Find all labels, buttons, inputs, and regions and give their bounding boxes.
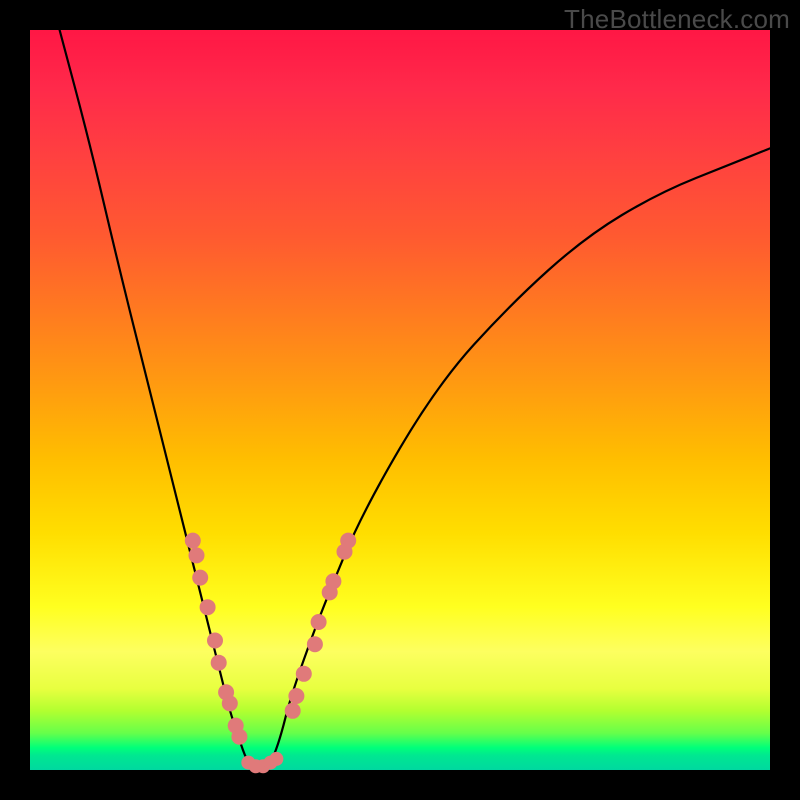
data-point-right-branch (311, 614, 327, 630)
data-point-right-branch (288, 688, 304, 704)
data-point-trough (269, 752, 283, 766)
data-point-left-branch (189, 547, 205, 563)
data-point-left-branch (222, 695, 238, 711)
data-point-right-branch (307, 636, 323, 652)
data-point-left-branch (231, 729, 247, 745)
data-point-right-branch (285, 703, 301, 719)
data-point-left-branch (207, 633, 223, 649)
data-point-markers (185, 533, 356, 774)
data-point-right-branch (325, 573, 341, 589)
data-point-left-branch (211, 655, 227, 671)
bottleneck-curve (60, 30, 770, 770)
data-point-left-branch (192, 570, 208, 586)
data-point-left-branch (200, 599, 216, 615)
plot-area (30, 30, 770, 770)
data-point-right-branch (340, 533, 356, 549)
chart-svg (30, 30, 770, 770)
data-point-left-branch (185, 533, 201, 549)
chart-frame: TheBottleneck.com (0, 0, 800, 800)
data-point-right-branch (296, 666, 312, 682)
